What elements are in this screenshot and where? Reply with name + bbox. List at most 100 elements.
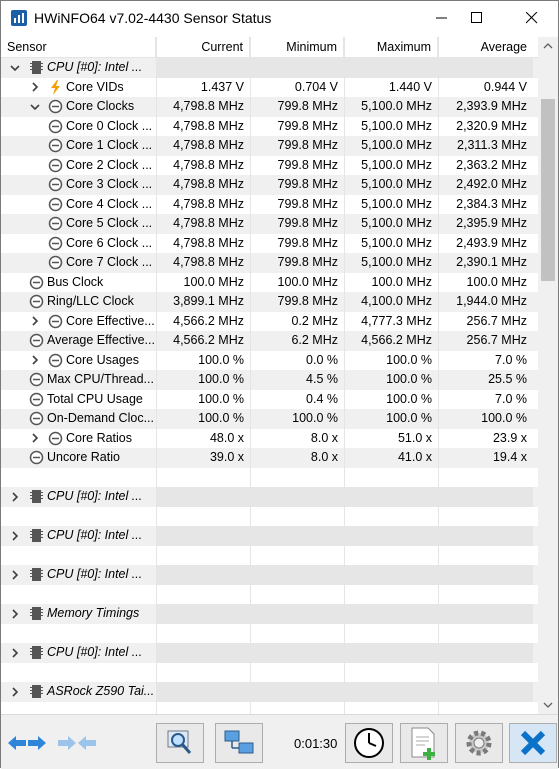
sensor-name-cell: CPU [#0]: Intel ...	[1, 526, 156, 546]
sensor-row[interactable]: Core Effective... 4,566.2 MHz 0.2 MHz 4,777…	[1, 312, 538, 332]
sensor-row[interactable]: Bus Clock 100.0 MHz 100.0 MHz 100.0 MHz 100.…	[1, 273, 538, 293]
sensor-row[interactable]: Max CPU/Thread... 100.0 % 4.5 % 100.0 % 25.5…	[1, 370, 538, 390]
expand-toggle[interactable]	[9, 565, 21, 585]
sensor-label: Core 3 Clock ...	[66, 177, 153, 191]
chevron-right-icon	[32, 316, 39, 326]
network-button[interactable]	[215, 723, 263, 763]
sensor-group-row[interactable]: Memory Timings	[1, 604, 538, 624]
sensor-row[interactable]: Core 5 Clock ... 4,798.8 MHz 799.8 MHz 5,10…	[1, 214, 538, 234]
sensor-name-cell: Core Usages	[1, 351, 156, 371]
scroll-up-button[interactable]	[538, 37, 558, 55]
sensor-row[interactable]: Core VIDs 1.437 V 0.704 V 1.440 V 0.944 V	[1, 78, 538, 98]
column-header-maximum[interactable]: Maximum	[344, 37, 438, 57]
column-header-current[interactable]: Current	[156, 37, 250, 57]
scrollbar-thumb[interactable]	[541, 99, 555, 281]
sensor-group-row[interactable]: CPU [#0]: Intel ...	[1, 58, 538, 78]
close-sensors-button[interactable]	[509, 723, 557, 763]
expand-toggle[interactable]	[29, 351, 41, 371]
scroll-down-button[interactable]	[538, 696, 558, 714]
sensor-row[interactable]: Core Usages 100.0 % 0.0 % 100.0 % 7.0 %	[1, 351, 538, 371]
value-average: 2,320.9 MHz	[456, 118, 527, 133]
sensor-row[interactable]: Core Clocks 4,798.8 MHz 799.8 MHz 5,100.0 M…	[1, 97, 538, 117]
value-maximum	[344, 682, 438, 702]
value-minimum: 0.4 %	[306, 391, 338, 406]
sensor-name-cell: Core 4 Clock ...	[1, 195, 156, 215]
sensor-group-row[interactable]: CPU [#0]: Intel ...	[1, 643, 538, 663]
reset-layout-button[interactable]	[55, 723, 99, 763]
sensor-row[interactable]: Core 3 Clock ... 4,798.8 MHz 799.8 MHz 5,10…	[1, 175, 538, 195]
column-header-minimum[interactable]: Minimum	[250, 37, 344, 57]
sensor-row[interactable]: Core 1 Clock ... 4,798.8 MHz 799.8 MHz 5,10…	[1, 136, 538, 156]
reset-timer-button[interactable]	[345, 723, 393, 763]
sensor-row[interactable]: Ring/LLC Clock 3,899.1 MHz 799.8 MHz 4,100.…	[1, 292, 538, 312]
sensor-label: Core 5 Clock ...	[66, 216, 153, 230]
sensor-label: Uncore Ratio	[47, 450, 120, 464]
clock-icon	[29, 411, 44, 426]
sensor-name-cell: Uncore Ratio	[1, 448, 156, 468]
value-maximum: 100.0 %	[386, 411, 432, 425]
value-minimum: 799.8 MHz	[277, 138, 338, 152]
sensor-label: Total CPU Usage	[47, 391, 143, 406]
sensor-row[interactable]: Total CPU Usage 100.0 % 0.4 % 100.0 % 7.0 %	[1, 390, 538, 410]
sensor-name-cell: Total CPU Usage	[1, 390, 156, 410]
clock-icon	[48, 236, 63, 250]
value-maximum: 5,100.0 MHz	[361, 255, 432, 269]
sensor-row[interactable]: Core 4 Clock ... 4,798.8 MHz 799.8 MHz 5,10…	[1, 195, 538, 215]
expand-toggle[interactable]	[9, 643, 21, 663]
sensor-row[interactable]: Core Ratios 48.0 x 8.0 x 51.0 x 23.9 x	[1, 429, 538, 449]
value-maximum	[344, 58, 438, 78]
sensor-row[interactable]: Core 6 Clock ... 4,798.8 MHz 799.8 MHz 5,10…	[1, 234, 538, 254]
value-minimum: 0.2 MHz	[291, 313, 338, 328]
chip-icon	[30, 529, 43, 542]
value-average	[438, 682, 533, 702]
value-maximum: 100.0 %	[386, 372, 432, 386]
value-current: 4,798.8 MHz	[173, 99, 244, 113]
sensor-row[interactable]: Core 0 Clock ... 4,798.8 MHz 799.8 MHz 5,10…	[1, 117, 538, 137]
vertical-scrollbar[interactable]	[538, 37, 558, 714]
switch-layout-button[interactable]	[5, 723, 49, 763]
maximize-button[interactable]	[454, 1, 500, 35]
clock-icon	[29, 333, 44, 348]
sensor-row[interactable]: Average Effective... 4,566.2 MHz 6.2 MHz 4,…	[1, 331, 538, 351]
sensor-status-window: HWiNFO64 v7.02-4430 Sensor Status Sensor…	[0, 0, 559, 769]
expand-toggle[interactable]	[9, 682, 21, 702]
value-average: 2,311.3 MHz	[457, 138, 527, 152]
chip-icon	[30, 646, 43, 659]
sensor-row[interactable]: Core 2 Clock ... 4,798.8 MHz 799.8 MHz 5,10…	[1, 156, 538, 176]
expand-toggle[interactable]	[29, 429, 41, 449]
sensor-details-button[interactable]	[156, 723, 204, 763]
expand-toggle[interactable]	[9, 487, 21, 507]
value-current	[156, 58, 250, 78]
sensor-row[interactable]: Core 7 Clock ... 4,798.8 MHz 799.8 MHz 5,10…	[1, 253, 538, 273]
expand-toggle[interactable]	[9, 604, 21, 624]
value-average: 7.0 %	[495, 352, 527, 367]
value-average	[438, 643, 533, 663]
value-current: 1.437 V	[200, 79, 244, 94]
value-average	[438, 526, 533, 546]
sensor-label: Core Usages	[66, 352, 139, 367]
sensor-group-row[interactable]: CPU [#0]: Intel ...	[1, 565, 538, 585]
collapse-toggle[interactable]	[9, 58, 21, 78]
close-window-button[interactable]	[509, 1, 555, 35]
logging-start-button[interactable]	[400, 723, 448, 763]
title-bar[interactable]: HWiNFO64 v7.02-4430 Sensor Status	[1, 1, 558, 35]
collapse-toggle[interactable]	[29, 97, 41, 117]
value-current	[156, 565, 250, 585]
expand-toggle[interactable]	[29, 312, 41, 332]
sensor-group-row[interactable]: CPU [#0]: Intel ...	[1, 526, 538, 546]
column-header-average[interactable]: Average	[438, 37, 533, 57]
expand-toggle[interactable]	[9, 526, 21, 546]
column-header-sensor[interactable]: Sensor	[1, 37, 156, 57]
value-minimum: 0.704 V	[294, 79, 338, 94]
sensor-group-row[interactable]: CPU [#0]: Intel ...	[1, 487, 538, 507]
settings-button[interactable]	[455, 723, 503, 763]
value-average: 19.4 x	[492, 450, 527, 464]
voltage-icon	[51, 79, 60, 95]
sensor-row[interactable]: Uncore Ratio 39.0 x 8.0 x 41.0 x 19.4 x	[1, 448, 538, 468]
sensor-group-row[interactable]: ASRock Z590 Tai...	[1, 682, 538, 702]
value-minimum: 799.8 MHz	[277, 99, 338, 113]
value-average: 2,390.1 MHz	[456, 255, 527, 269]
expand-toggle[interactable]	[29, 78, 41, 98]
value-current: 100.0 %	[198, 352, 244, 367]
sensor-row[interactable]: On-Demand Cloc... 100.0 % 100.0 % 100.0 % 10…	[1, 409, 538, 429]
